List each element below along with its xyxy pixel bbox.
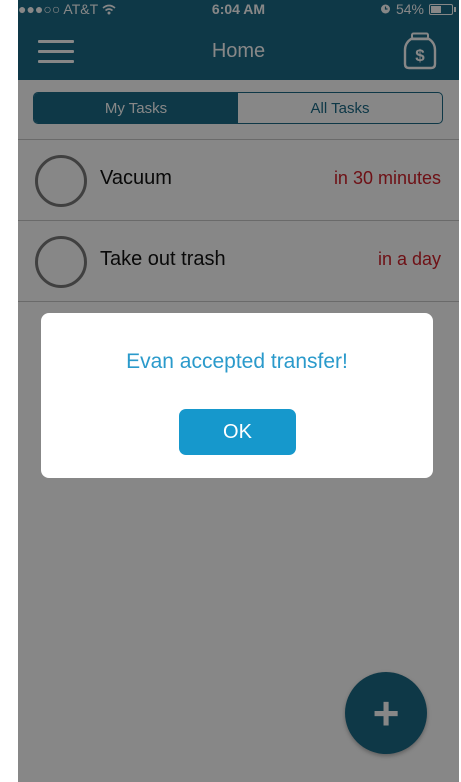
ok-button[interactable]: OK (179, 409, 296, 455)
alert-dialog: Evan accepted transfer! OK (41, 313, 433, 478)
dialog-message: Evan accepted transfer! (126, 350, 348, 373)
app-screen: ●●●○○ AT&T 6:04 AM 54% Home $ My Tasks A… (18, 0, 459, 782)
